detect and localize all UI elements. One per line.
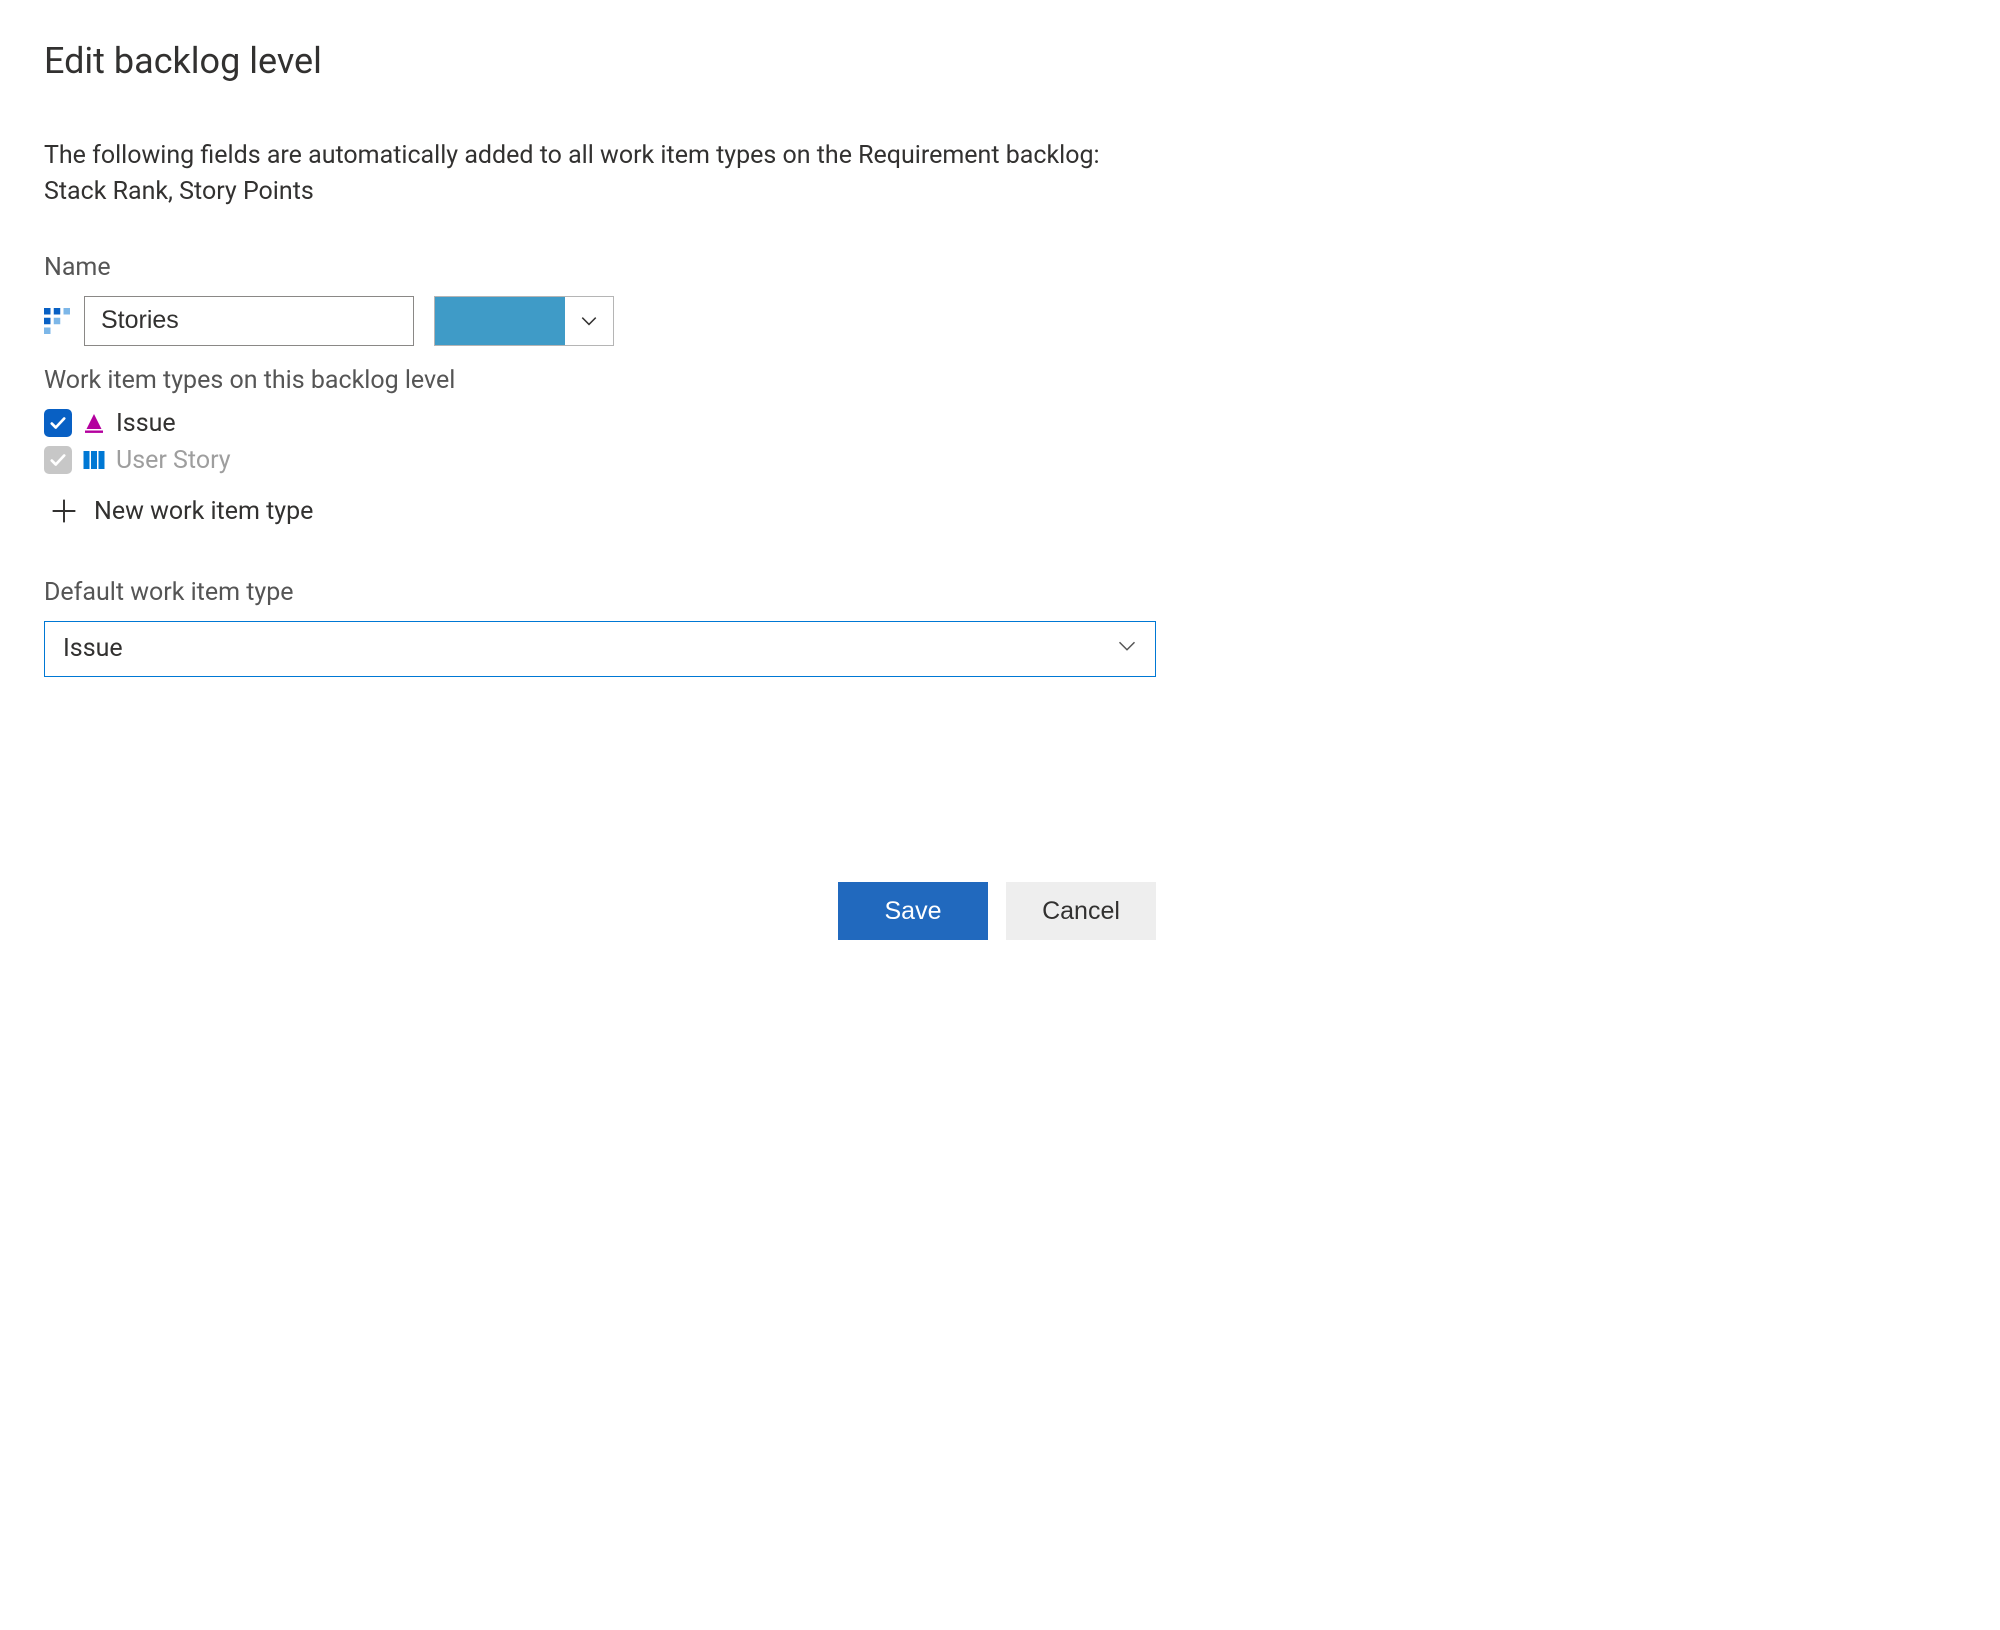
backlog-level-icon — [44, 308, 70, 334]
save-button[interactable]: Save — [838, 882, 988, 940]
dialog-footer: Save Cancel — [838, 882, 1156, 940]
dialog-description: The following fields are automatically a… — [44, 138, 1156, 211]
wit-checkbox-issue[interactable] — [44, 409, 72, 437]
edit-backlog-level-dialog: Edit backlog level The following fields … — [0, 0, 1200, 980]
chevron-down-icon — [1117, 634, 1137, 663]
default-wit-section: Default work item type Issue — [44, 578, 1156, 677]
name-row — [44, 296, 1156, 346]
new-work-item-type-button[interactable]: New work item type — [44, 497, 1156, 526]
name-label: Name — [44, 253, 1156, 282]
wit-section-label: Work item types on this backlog level — [44, 366, 1156, 395]
issue-icon — [82, 411, 106, 435]
color-picker[interactable] — [434, 296, 614, 346]
wit-checkbox-user-story — [44, 446, 72, 474]
color-swatch — [435, 297, 565, 345]
cancel-button[interactable]: Cancel — [1006, 882, 1156, 940]
wit-label: User Story — [116, 446, 231, 475]
default-wit-label: Default work item type — [44, 578, 1156, 607]
default-wit-dropdown[interactable]: Issue — [44, 621, 1156, 677]
wit-label: Issue — [116, 409, 176, 438]
wit-row-user-story: User Story — [44, 446, 1156, 475]
name-input[interactable] — [84, 296, 414, 346]
user-story-icon — [82, 448, 106, 472]
wit-row-issue: Issue — [44, 409, 1156, 438]
plus-icon — [50, 497, 78, 525]
chevron-down-icon — [565, 297, 613, 345]
new-wit-label: New work item type — [94, 497, 313, 526]
wit-list: Issue User Story New wor — [44, 409, 1156, 526]
default-wit-value: Issue — [63, 634, 123, 663]
dialog-title: Edit backlog level — [44, 40, 1156, 82]
